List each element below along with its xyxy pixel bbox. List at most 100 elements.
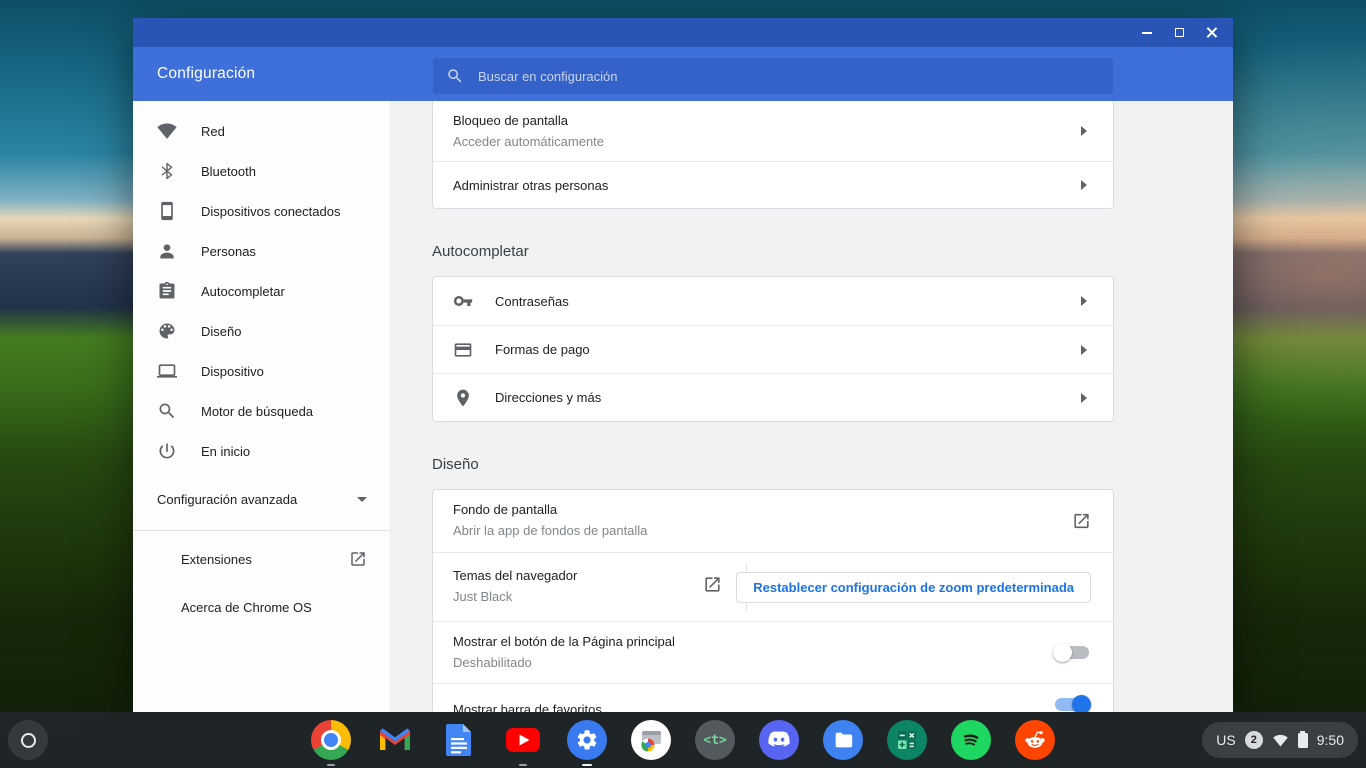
subpage-arrow-icon — [1081, 126, 1087, 136]
appearance-card: Fondo de pantalla Abrir la app de fondos… — [432, 489, 1114, 712]
close-icon — [1206, 27, 1217, 38]
screen-lock-row[interactable]: Bloqueo de pantalla Acceder automáticame… — [433, 101, 1113, 161]
maximize-icon — [1174, 28, 1184, 37]
addresses-row[interactable]: Direcciones y más — [433, 373, 1113, 421]
bookmarks-bar-row: Mostrar barra de favoritos — [433, 683, 1113, 712]
folder-icon — [823, 720, 863, 760]
people-card: Bloqueo de pantalla Acceder automáticame… — [432, 101, 1114, 209]
manage-other-people-row[interactable]: Administrar otras personas — [433, 161, 1113, 208]
section-title-diseno: Diseño — [432, 456, 479, 473]
spotify-icon — [951, 720, 991, 760]
bookmarks-bar-toggle[interactable] — [1055, 695, 1091, 712]
shelf-app-text[interactable]: <t> — [695, 720, 735, 760]
notification-count-badge: 2 — [1244, 731, 1263, 749]
wifi-icon — [1273, 734, 1288, 746]
power-icon — [159, 443, 175, 459]
subpage-arrow-icon — [1081, 180, 1087, 190]
gmail-icon — [380, 728, 410, 750]
sidebar-divider — [133, 530, 390, 531]
reddit-icon — [1015, 720, 1055, 760]
home-button-row: Mostrar el botón de la Página principal … — [433, 621, 1113, 683]
key-icon — [453, 296, 473, 306]
running-indicator — [519, 764, 527, 766]
window-titlebar[interactable] — [133, 18, 1233, 47]
shelf-app-reddit[interactable] — [1015, 720, 1055, 760]
sidebar-item-dispositivos-conectados[interactable]: Dispositivos conectados — [133, 191, 390, 231]
clock: 9:50 — [1316, 732, 1344, 748]
docs-icon — [446, 724, 471, 756]
minimize-button[interactable] — [1131, 18, 1163, 47]
running-indicator — [327, 764, 335, 766]
shelf: <t> US 2 9:50 — [0, 712, 1366, 768]
maximize-button[interactable] — [1163, 18, 1195, 47]
launcher-button[interactable] — [8, 720, 48, 760]
passwords-row[interactable]: Contraseñas — [433, 277, 1113, 325]
settings-header: Configuración — [133, 47, 1233, 101]
youtube-icon — [506, 728, 540, 752]
shelf-app-docs[interactable] — [439, 720, 479, 760]
shelf-app-gmail[interactable] — [375, 720, 415, 760]
search-field[interactable] — [433, 58, 1113, 94]
sidebar-item-en-inicio[interactable]: En inicio — [133, 431, 390, 471]
autofill-card: Contraseñas Formas de pago Direcciones y… — [432, 276, 1114, 422]
sidebar-item-red[interactable]: Red — [133, 111, 390, 151]
sidebar-item-personas[interactable]: Personas — [133, 231, 390, 271]
chevron-down-icon — [357, 496, 367, 502]
browser-themes-row[interactable]: Temas del navegador Just Black Restablec… — [433, 552, 1113, 621]
search-icon — [448, 69, 462, 83]
sidebar-item-autocompletar[interactable]: Autocompletar — [133, 271, 390, 311]
shelf-app-calculator[interactable] — [887, 720, 927, 760]
minimize-icon — [1142, 31, 1152, 34]
status-tray[interactable]: US 2 9:50 — [1202, 722, 1358, 758]
chrome-icon — [311, 720, 351, 760]
subpage-arrow-icon — [1081, 296, 1087, 306]
home-button-toggle[interactable] — [1053, 643, 1089, 662]
search-icon — [159, 403, 175, 419]
sidebar-item-configuracion-avanzada[interactable]: Configuración avanzada — [133, 479, 390, 519]
shelf-app-files[interactable] — [823, 720, 863, 760]
external-link-icon — [1074, 513, 1089, 529]
settings-gear-icon — [567, 720, 607, 760]
discord-icon — [759, 720, 799, 760]
wallpaper-row[interactable]: Fondo de pantalla Abrir la app de fondos… — [433, 490, 1113, 552]
shelf-app-discord[interactable] — [759, 720, 799, 760]
laptop-icon — [157, 364, 177, 378]
location-icon — [457, 389, 469, 406]
calculator-icon — [887, 720, 927, 760]
shelf-app-settings[interactable] — [567, 720, 607, 766]
settings-sidebar: Red Bluetooth Dispositivos conectados Pe… — [133, 101, 390, 712]
external-link-icon — [705, 577, 720, 592]
shelf-app-spotify[interactable] — [951, 720, 991, 760]
palette-icon — [159, 323, 175, 339]
sidebar-item-bluetooth[interactable]: Bluetooth — [133, 151, 390, 191]
launcher-icon — [20, 732, 36, 748]
settings-window: Configuración Red Bluetooth Dispositivos… — [133, 18, 1233, 712]
sidebar-item-motor-de-busqueda[interactable]: Motor de búsqueda — [133, 391, 390, 431]
assignment-icon — [159, 281, 175, 299]
external-link-icon — [351, 552, 365, 566]
shelf-apps: <t> — [311, 720, 1055, 766]
shelf-app-chrome[interactable] — [311, 720, 351, 766]
shelf-app-chrome-web-app[interactable] — [631, 720, 671, 760]
sidebar-item-acerca-de-chrome-os[interactable]: Acerca de Chrome OS — [133, 587, 390, 627]
reset-zoom-button[interactable]: Restablecer configuración de zoom predet… — [736, 572, 1091, 603]
page-title: Configuración — [157, 65, 256, 82]
sidebar-item-dispositivo[interactable]: Dispositivo — [133, 351, 390, 391]
settings-content: Bloqueo de pantalla Acceder automáticame… — [390, 101, 1233, 712]
sidebar-item-diseno[interactable]: Diseño — [133, 311, 390, 351]
shelf-app-youtube[interactable] — [503, 720, 543, 766]
section-title-autocompletar: Autocompletar — [432, 243, 529, 260]
smartphone-icon — [161, 201, 173, 221]
active-indicator — [582, 764, 592, 766]
person-icon — [160, 244, 174, 259]
close-button[interactable] — [1195, 18, 1227, 47]
browser-window-icon — [631, 720, 671, 760]
subpage-arrow-icon — [1081, 344, 1087, 355]
subpage-arrow-icon — [1081, 392, 1087, 403]
payment-methods-row[interactable]: Formas de pago — [433, 325, 1113, 373]
search-input[interactable] — [478, 68, 1038, 84]
battery-icon — [1297, 730, 1308, 748]
sidebar-item-extensiones[interactable]: Extensiones — [133, 539, 390, 579]
text-app-icon: <t> — [695, 720, 735, 760]
keyboard-layout-indicator: US — [1216, 732, 1236, 748]
